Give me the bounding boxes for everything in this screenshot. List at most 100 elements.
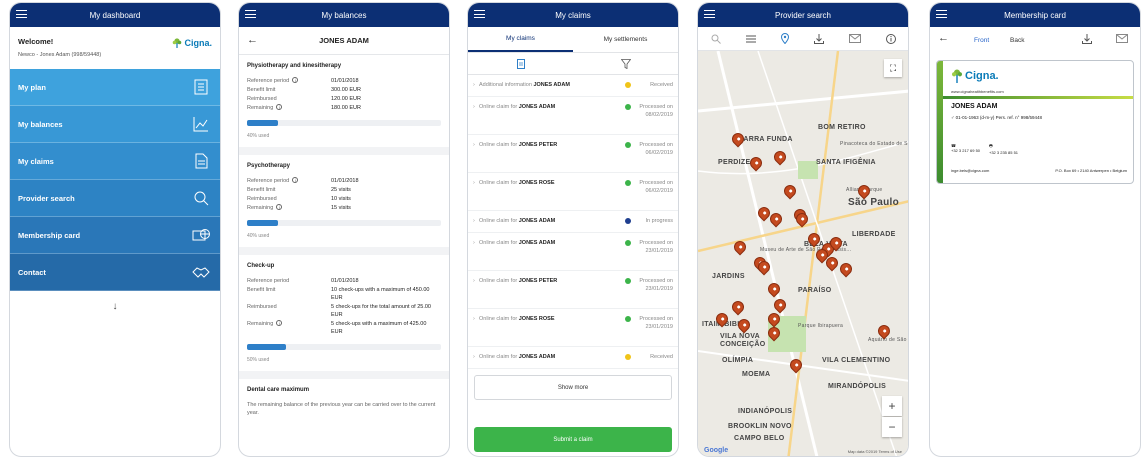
mail-icon[interactable]	[848, 34, 861, 43]
mail-icon[interactable]	[1116, 34, 1128, 43]
claim-row[interactable]: › Online claim for JONES ROSE Processed on…	[468, 309, 678, 347]
claims-screen: My claims My claims My settlements › Addi…	[467, 2, 679, 457]
section-divider	[239, 371, 449, 379]
dashboard-item-my-plan[interactable]: My plan	[10, 69, 220, 106]
balance-row: Benefit limit 25 visits	[247, 186, 441, 194]
info-icon[interactable]: i	[276, 104, 283, 110]
balances-screen: My balances ← JONES ADAM Physiotherapy a…	[238, 2, 450, 457]
info-icon[interactable]: i	[292, 177, 299, 183]
balance-row-value: 180.00 EUR	[331, 105, 361, 111]
hamburger-menu-icon[interactable]	[245, 10, 256, 18]
dashboard-item-contact[interactable]: Contact	[10, 254, 220, 291]
dashboard-item-membership-card[interactable]: Membership card	[10, 217, 220, 254]
claim-row[interactable]: › Online claim for JONES ADAM Processed on…	[468, 233, 678, 271]
info-icon[interactable]: i	[276, 204, 283, 210]
location-pin-icon[interactable]	[780, 33, 789, 44]
claim-status: Received	[650, 354, 673, 360]
usage-progress-fill	[247, 120, 279, 126]
welcome-block: Welcome! Newco - Jones Adam (998/59448) …	[10, 27, 220, 69]
back-toggle[interactable]: Back	[1010, 37, 1024, 44]
back-arrow-icon[interactable]: ←	[247, 34, 258, 46]
claim-person: JONES ROSE	[518, 316, 555, 322]
section-title: Dental care maximum	[247, 387, 310, 393]
claim-prefix: Online claim for	[479, 354, 518, 360]
info-icon[interactable]: i	[276, 320, 283, 326]
balance-key-label: Reference period	[247, 178, 290, 184]
balance-row: Remaining i 15 visits	[247, 204, 441, 212]
claim-row[interactable]: › Online claim for JONES PETER Processed o…	[468, 135, 678, 173]
submit-claim-button[interactable]: Submit a claim	[474, 427, 672, 452]
claims-tabs: My claims My settlements	[468, 27, 678, 53]
dashboard-item-my-claims[interactable]: My claims	[10, 143, 220, 180]
info-icon[interactable]: i	[292, 77, 299, 83]
hamburger-menu-icon[interactable]	[474, 10, 485, 18]
claim-row[interactable]: › Online claim for JONES ROSE Processed on…	[468, 173, 678, 211]
claim-prefix: Online claim for	[479, 316, 518, 322]
tab-my-settlements[interactable]: My settlements	[573, 27, 678, 52]
claim-status: Processed on 08/02/2019	[639, 104, 673, 118]
front-toggle[interactable]: Front	[974, 37, 989, 44]
dashboard-item-my-balances[interactable]: My balances	[10, 106, 220, 143]
hamburger-menu-icon[interactable]	[16, 10, 27, 18]
claim-row[interactable]: › Online claim for JONES ADAM Received	[468, 347, 678, 369]
claim-description: Online claim for JONES ROSE	[479, 316, 619, 322]
card-fax-number: +32 3 235 85 51	[989, 150, 1019, 155]
claim-row[interactable]: › Online claim for JONES ADAM In progress	[468, 211, 678, 233]
claim-row[interactable]: › Online claim for JONES ADAM Processed on…	[468, 97, 678, 135]
zoom-out-button[interactable]: −	[882, 417, 902, 437]
show-more-button[interactable]: Show more	[474, 375, 672, 400]
balance-row-key: Reference period i	[247, 177, 331, 185]
hamburger-menu-icon[interactable]	[936, 10, 947, 18]
map-toolbar	[698, 27, 908, 51]
map-roads	[698, 51, 908, 456]
list-view-button[interactable]	[468, 53, 573, 74]
map-label: VILA CLEMENTINO	[822, 357, 891, 364]
map-label: MIRANDÓPOLIS	[828, 383, 887, 390]
claim-prefix: Online claim for	[479, 142, 518, 148]
download-icon[interactable]	[1082, 34, 1092, 44]
filter-button[interactable]	[573, 53, 678, 74]
hamburger-menu-icon[interactable]	[704, 10, 715, 18]
screen-title: My dashboard	[89, 10, 141, 20]
claim-person: JONES PETER	[518, 278, 558, 284]
dashboard-item-label: My claims	[18, 156, 54, 166]
screen-title: My claims	[555, 10, 591, 20]
search-icon[interactable]	[711, 34, 721, 44]
dashboard-item-provider-search[interactable]: Provider search	[10, 180, 220, 217]
claim-row[interactable]: › Online claim for JONES PETER Processed o…	[468, 271, 678, 309]
claim-row[interactable]: › Additional information JONES ADAM Receiv…	[468, 75, 678, 97]
dashboard-item-label: Contact	[18, 267, 46, 277]
card-email: inge.bels@cigna.com	[951, 168, 990, 173]
map-copyright[interactable]: Map data ©2019 Terms of Use	[848, 449, 902, 454]
section-title: Physiotherapy and kinesitherapy	[247, 63, 342, 69]
list-icon[interactable]	[745, 35, 756, 43]
cigna-tree-icon	[173, 38, 182, 48]
download-icon[interactable]	[813, 33, 824, 44]
fullscreen-icon[interactable]: ⛶	[884, 59, 902, 77]
tab-my-claims[interactable]: My claims	[468, 27, 573, 52]
handshake-icon	[192, 267, 210, 278]
claim-status: Processed on 06/02/2019	[639, 142, 673, 156]
zoom-in-button[interactable]: +	[882, 396, 902, 416]
claim-status: Processed on 23/01/2019	[639, 240, 673, 254]
provider-map[interactable]: BARRA FUNDA BOM RETIRO PERDIZES SANTA IFIGÊ…	[698, 51, 908, 456]
balance-section-body: Check-up Reference period 01/01/2018 Benefi…	[239, 255, 449, 371]
map-label: Parque Ibirapuera	[798, 323, 844, 329]
screen-title: Provider search	[774, 10, 832, 20]
info-icon[interactable]	[885, 33, 896, 44]
claim-person: JONES ADAM	[518, 240, 556, 246]
search-icon	[194, 191, 209, 206]
scroll-down-icon[interactable]: ↓	[10, 301, 220, 312]
section-title: Psychotherapy	[247, 163, 291, 169]
membership-card: Cigna. www.cignahealthbenefits.com JONES…	[936, 60, 1134, 184]
balance-row-key: Remaining i	[247, 204, 331, 212]
balance-row-value: 10 visits	[331, 196, 351, 202]
balance-row-key: Reference period i	[247, 77, 331, 85]
cigna-logo-text: Cigna.	[184, 38, 212, 48]
back-arrow-icon[interactable]: ←	[938, 32, 949, 44]
status-dot-icon	[625, 104, 631, 110]
balance-row: Reference period i 01/01/2018	[247, 177, 441, 185]
filter-icon	[620, 58, 631, 69]
card-toolbar: ← Front Back	[930, 27, 1140, 53]
usage-progress-bar	[247, 344, 441, 350]
